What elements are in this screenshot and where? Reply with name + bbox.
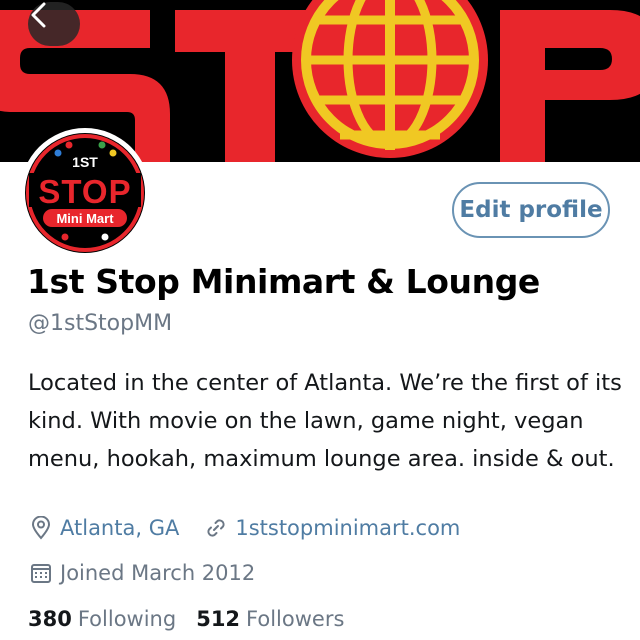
profile-joined-date: Joined March 2012 bbox=[60, 561, 256, 585]
profile-stats: 380 Following 512 Followers bbox=[28, 607, 364, 631]
back-button[interactable] bbox=[28, 2, 80, 46]
avatar-logo-image: 1ST STOP Mini Mart bbox=[25, 133, 145, 253]
avatar-top-text: 1ST bbox=[72, 154, 98, 170]
avatar[interactable]: 1ST STOP Mini Mart bbox=[20, 128, 150, 258]
chevron-left-icon bbox=[31, 2, 46, 28]
profile-website-link[interactable]: 1ststopminimart.com bbox=[235, 516, 460, 540]
profile-name: 1st Stop Minimart & Lounge bbox=[27, 262, 540, 301]
following-count: 380 bbox=[28, 607, 72, 631]
location-pin-icon bbox=[28, 515, 54, 541]
edit-profile-button[interactable]: Edit profile bbox=[452, 182, 610, 238]
profile-meta-joined-row: Joined March 2012 bbox=[28, 560, 255, 586]
followers-stat[interactable]: 512 Followers bbox=[196, 607, 344, 631]
profile-bio: Located in the center of Atlanta. We’re … bbox=[28, 370, 622, 472]
followers-label: Followers bbox=[246, 607, 345, 631]
following-stat[interactable]: 380 Following bbox=[28, 607, 176, 631]
following-label: Following bbox=[77, 607, 177, 631]
avatar-main-text: STOP bbox=[38, 173, 131, 210]
link-icon bbox=[203, 515, 229, 541]
calendar-icon bbox=[28, 560, 54, 586]
profile-location: Atlanta, GA bbox=[60, 516, 180, 540]
profile-handle: @1stStopMM bbox=[28, 311, 173, 336]
followers-count: 512 bbox=[196, 607, 241, 631]
profile-meta-location-row: Atlanta, GA 1ststopminimart.com bbox=[28, 515, 460, 541]
avatar-bottom-text: Mini Mart bbox=[56, 211, 114, 226]
